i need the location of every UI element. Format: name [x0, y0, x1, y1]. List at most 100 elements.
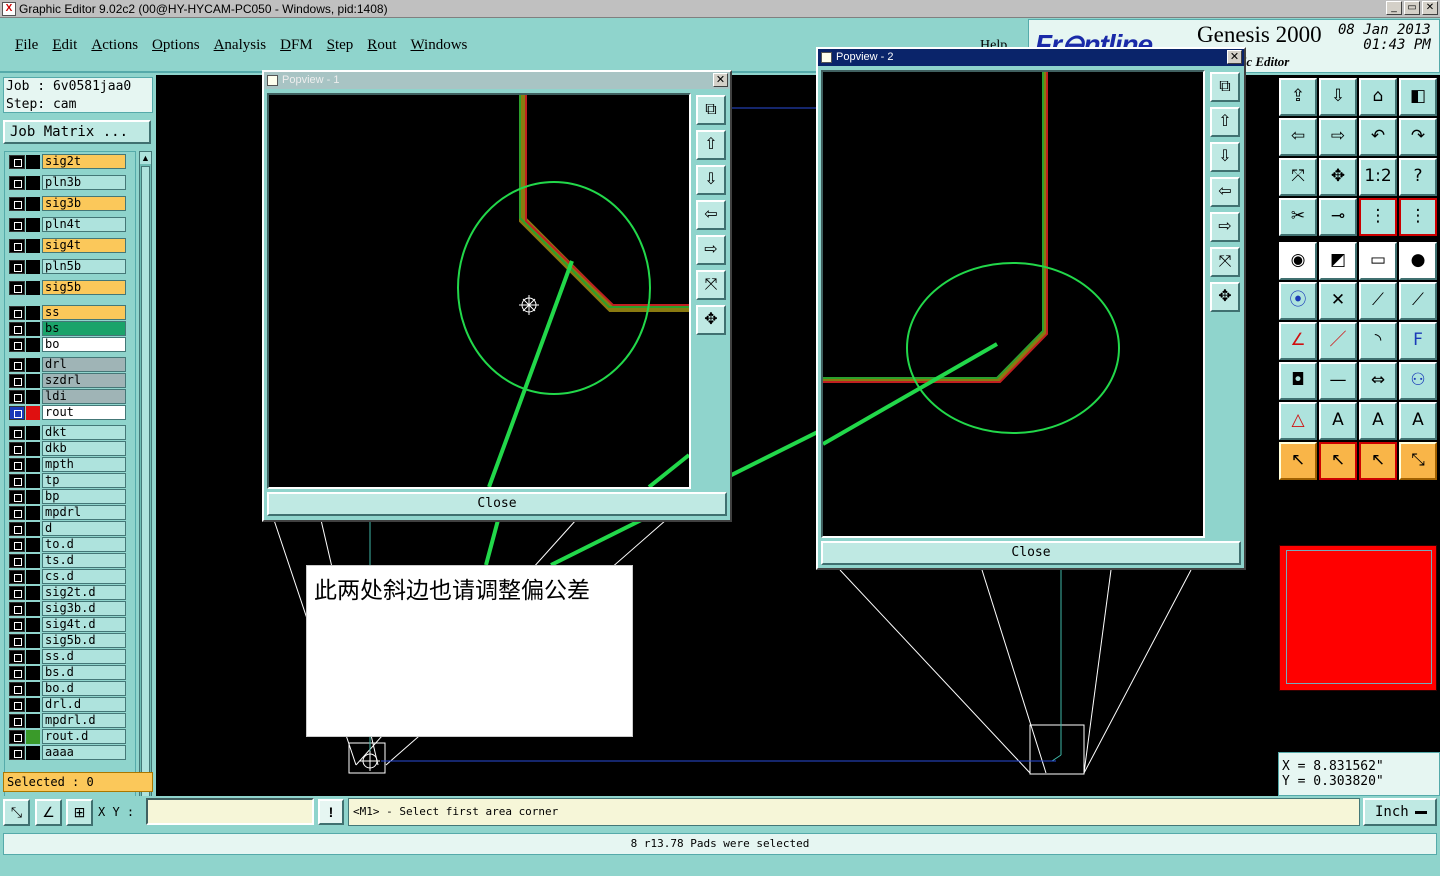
layer-row-sig5b-d[interactable]: sig5b.d: [7, 633, 129, 648]
layer-checkbox[interactable]: [9, 197, 25, 211]
layer-name[interactable]: szdrl: [42, 373, 126, 388]
layer-checkbox[interactable]: [9, 358, 25, 372]
layer-checkbox[interactable]: [9, 682, 25, 696]
layer-name[interactable]: ss: [42, 305, 126, 320]
net2-icon[interactable]: ⋮: [1399, 198, 1437, 236]
menu-edit[interactable]: Edit: [52, 37, 77, 54]
layer-checkbox[interactable]: [9, 602, 25, 616]
layer-row-rout-d[interactable]: rout.d: [7, 729, 129, 744]
layer-checkbox[interactable]: [9, 426, 25, 440]
layer-name[interactable]: bo: [42, 337, 126, 352]
popview-2-close-icon[interactable]: ✕: [1227, 50, 1242, 64]
layer-checkbox[interactable]: [9, 618, 25, 632]
resize-icon[interactable]: ⇔: [1359, 362, 1397, 400]
layer-row-mpdrl[interactable]: mpdrl: [7, 505, 129, 520]
layer-row-sig4t[interactable]: sig4t: [7, 238, 129, 253]
layer-name[interactable]: drl: [42, 357, 126, 372]
popview-up-icon[interactable]: ⇧: [696, 130, 726, 160]
layer-checkbox[interactable]: [9, 490, 25, 504]
redo-icon[interactable]: ↷: [1399, 118, 1437, 156]
select-box-icon[interactable]: ↖: [1319, 442, 1357, 480]
layer-row-pln5b[interactable]: pln5b: [7, 259, 129, 274]
layer-checkbox[interactable]: [9, 338, 25, 352]
layer-name[interactable]: dkb: [42, 441, 126, 456]
layer-checkbox[interactable]: [9, 730, 25, 744]
layer-name[interactable]: sig4t: [42, 238, 126, 253]
layer-row-bo-d[interactable]: bo.d: [7, 681, 129, 696]
popview-1-close-button[interactable]: Close: [267, 492, 727, 516]
layer-name[interactable]: dkt: [42, 425, 126, 440]
layer-row-sig5b[interactable]: sig5b: [7, 280, 129, 295]
layer-checkbox[interactable]: [9, 650, 25, 664]
layer-row-pln4t[interactable]: pln4t: [7, 217, 129, 232]
maximize-button[interactable]: ▭: [1404, 1, 1420, 15]
layer-checkbox[interactable]: [9, 746, 25, 760]
layer-checkbox[interactable]: [9, 155, 25, 169]
layer-row-ss[interactable]: ss: [7, 305, 129, 320]
layer-name[interactable]: bp: [42, 489, 126, 504]
popview-right-icon[interactable]: ⇨: [1210, 212, 1240, 242]
close-window-button[interactable]: ✕: [1422, 1, 1438, 15]
layer-checkbox[interactable]: [9, 714, 25, 728]
zoom-fit-icon[interactable]: ⤧: [1279, 158, 1317, 196]
popview-down-icon[interactable]: ⇩: [1210, 142, 1240, 172]
cluster-icon[interactable]: ⚇: [1399, 362, 1437, 400]
layer-name[interactable]: sig5b.d: [42, 633, 126, 648]
layer-checkbox[interactable]: [9, 176, 25, 190]
layer-name[interactable]: rout.d: [42, 729, 126, 744]
layer-row-rout[interactable]: rout: [7, 405, 129, 420]
triangle-icon[interactable]: △: [1279, 402, 1317, 440]
execute-button[interactable]: !: [318, 799, 344, 825]
layer-checkbox[interactable]: [9, 474, 25, 488]
layer-name[interactable]: sig3b.d: [42, 601, 126, 616]
popview-zoom-icon[interactable]: ⧉: [1210, 72, 1240, 102]
layer-row-bp[interactable]: bp: [7, 489, 129, 504]
layer-checkbox[interactable]: [9, 218, 25, 232]
layer-checkbox[interactable]: [9, 522, 25, 536]
layer-name[interactable]: sig2t.d: [42, 585, 126, 600]
layer-checkbox[interactable]: [9, 538, 25, 552]
layer-checkbox[interactable]: [9, 506, 25, 520]
layer-checkbox[interactable]: [9, 554, 25, 568]
layer-name[interactable]: to.d: [42, 537, 126, 552]
menu-dfm[interactable]: DFM: [280, 37, 313, 54]
layer-row-bo[interactable]: bo: [7, 337, 129, 352]
connect-icon[interactable]: ⦿: [1279, 282, 1317, 320]
layer-name[interactable]: aaaa: [42, 745, 126, 760]
segment-icon[interactable]: ⟋: [1359, 282, 1397, 320]
layer-checkbox[interactable]: [9, 374, 25, 388]
layer-row-sig3b-d[interactable]: sig3b.d: [7, 601, 129, 616]
select-hl-icon[interactable]: ↖: [1359, 442, 1397, 480]
route-icon[interactable]: ⤡: [1399, 442, 1437, 480]
layer-row-pln3b[interactable]: pln3b: [7, 175, 129, 190]
layer-name[interactable]: mpdrl: [42, 505, 126, 520]
popview-1-close-icon[interactable]: ✕: [713, 73, 728, 87]
popview-left-icon[interactable]: ⇦: [696, 200, 726, 230]
layer-row-sig4t-d[interactable]: sig4t.d: [7, 617, 129, 632]
minimize-button[interactable]: _: [1386, 1, 1402, 15]
menu-options[interactable]: Options: [152, 37, 200, 54]
layer-row-sig2t[interactable]: sig2t: [7, 154, 129, 169]
layer-checkbox[interactable]: [9, 570, 25, 584]
popview-center-icon[interactable]: ✥: [696, 305, 726, 335]
layer-checkbox[interactable]: [9, 281, 25, 295]
a-bold-icon[interactable]: A: [1359, 402, 1397, 440]
popview-right-icon[interactable]: ⇨: [696, 235, 726, 265]
layer-name[interactable]: bo.d: [42, 681, 126, 696]
snap-angle-icon[interactable]: ∠: [35, 799, 62, 826]
layer-name[interactable]: sig2t: [42, 154, 126, 169]
split-view-icon[interactable]: ◧: [1399, 78, 1437, 116]
units-select[interactable]: Inch: [1363, 798, 1437, 826]
menu-actions[interactable]: Actions: [91, 37, 138, 54]
grid-icon[interactable]: ⊞: [66, 799, 93, 826]
scale-icon[interactable]: 1:2: [1359, 158, 1397, 196]
layer-name[interactable]: drl.d: [42, 697, 126, 712]
layer-name[interactable]: cs.d: [42, 569, 126, 584]
popview-center-icon[interactable]: ✥: [1210, 282, 1240, 312]
measure-icon[interactable]: ⊸: [1319, 198, 1357, 236]
popview-fit-icon[interactable]: ⤧: [1210, 247, 1240, 277]
layer-row-ss-d[interactable]: ss.d: [7, 649, 129, 664]
layer-checkbox[interactable]: [9, 442, 25, 456]
select-icon[interactable]: ↖: [1279, 442, 1317, 480]
layer-checkbox[interactable]: [9, 390, 25, 404]
